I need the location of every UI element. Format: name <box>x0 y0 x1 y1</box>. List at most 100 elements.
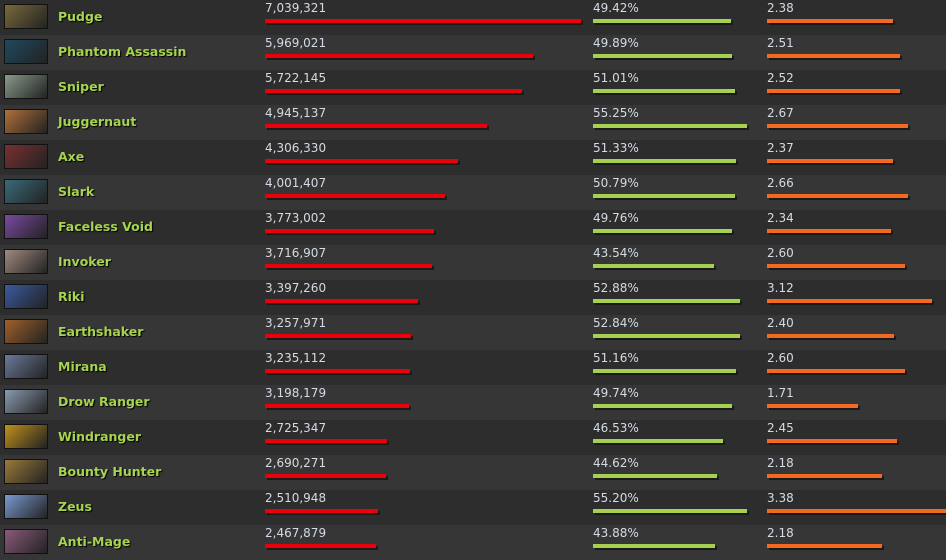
table-row[interactable]: Drow Ranger 3,198,179 49.74% 1.71 <box>0 385 946 420</box>
hero-portrait-icon[interactable] <box>4 74 48 99</box>
matches-value: 3,716,907 <box>265 246 327 260</box>
table-row[interactable]: Phantom Assassin 5,969,021 49.89% 2.51 <box>0 35 946 70</box>
table-row[interactable]: Bounty Hunter 2,690,271 44.62% 2.18 <box>0 455 946 490</box>
hero-portrait-icon[interactable] <box>4 529 48 554</box>
kda-value: 3.38 <box>767 491 794 505</box>
hero-portrait-icon[interactable] <box>4 39 48 64</box>
winrate-value: 46.53% <box>593 421 639 435</box>
hero-name[interactable]: Anti-Mage <box>58 534 130 549</box>
matches-value: 2,467,879 <box>265 526 327 540</box>
hero-portrait-icon[interactable] <box>4 4 48 29</box>
winrate-bar <box>593 299 741 303</box>
hero-name[interactable]: Juggernaut <box>58 114 136 129</box>
kda-bar <box>767 264 905 268</box>
kda-bar <box>767 439 897 443</box>
table-row[interactable]: Slark 4,001,407 50.79% 2.66 <box>0 175 946 210</box>
hero-name[interactable]: Zeus <box>58 499 92 514</box>
table-row[interactable]: Pudge 7,039,321 49.42% 2.38 <box>0 0 946 35</box>
matches-bar <box>265 334 412 338</box>
table-row[interactable]: Axe 4,306,330 51.33% 2.37 <box>0 140 946 175</box>
table-row[interactable]: Mirana 3,235,112 51.16% 2.60 <box>0 350 946 385</box>
matches-bar <box>265 544 376 548</box>
hero-name[interactable]: Phantom Assassin <box>58 44 186 59</box>
hero-name[interactable]: Pudge <box>58 9 102 24</box>
hero-portrait-icon[interactable] <box>4 354 48 379</box>
hero-name[interactable]: Axe <box>58 149 84 164</box>
matches-value: 4,306,330 <box>265 141 327 155</box>
kda-value: 2.45 <box>767 421 794 435</box>
winrate-value: 44.62% <box>593 456 639 470</box>
matches-bar <box>265 439 388 443</box>
hero-name[interactable]: Slark <box>58 184 94 199</box>
winrate-value: 49.74% <box>593 386 639 400</box>
table-row[interactable]: Windranger 2,725,347 46.53% 2.45 <box>0 420 946 455</box>
table-row[interactable]: Juggernaut 4,945,137 55.25% 2.67 <box>0 105 946 140</box>
matches-value: 4,001,407 <box>265 176 327 190</box>
hero-portrait-icon[interactable] <box>4 389 48 414</box>
kda-bar <box>767 19 894 23</box>
kda-value: 1.71 <box>767 386 794 400</box>
hero-name[interactable]: Sniper <box>58 79 104 94</box>
winrate-value: 55.25% <box>593 106 639 120</box>
hero-name[interactable]: Invoker <box>58 254 111 269</box>
hero-name[interactable]: Riki <box>58 289 85 304</box>
kda-value: 2.34 <box>767 211 794 225</box>
hero-portrait-icon[interactable] <box>4 284 48 309</box>
kda-value: 2.52 <box>767 71 794 85</box>
kda-value: 2.66 <box>767 176 794 190</box>
matches-value: 2,725,347 <box>265 421 327 435</box>
hero-name[interactable]: Faceless Void <box>58 219 153 234</box>
kda-bar <box>767 334 895 338</box>
kda-bar <box>767 369 905 373</box>
winrate-bar <box>593 544 716 548</box>
matches-bar <box>265 194 445 198</box>
table-row[interactable]: Invoker 3,716,907 43.54% 2.60 <box>0 245 946 280</box>
hero-portrait-icon[interactable] <box>4 459 48 484</box>
kda-value: 2.60 <box>767 246 794 260</box>
winrate-value: 52.88% <box>593 281 639 295</box>
hero-portrait-icon[interactable] <box>4 109 48 134</box>
hero-portrait-icon[interactable] <box>4 214 48 239</box>
hero-name[interactable]: Drow Ranger <box>58 394 150 409</box>
matches-bar <box>265 19 581 23</box>
matches-bar <box>265 509 378 513</box>
matches-value: 5,722,145 <box>265 71 327 85</box>
winrate-bar <box>593 89 736 93</box>
matches-bar <box>265 369 411 373</box>
kda-bar <box>767 89 901 93</box>
matches-value: 3,257,971 <box>265 316 327 330</box>
winrate-bar <box>593 19 731 23</box>
table-row[interactable]: Anti-Mage 2,467,879 43.88% 2.18 <box>0 525 946 560</box>
kda-bar <box>767 299 933 303</box>
kda-value: 2.18 <box>767 526 794 540</box>
hero-name[interactable]: Earthshaker <box>58 324 143 339</box>
table-row[interactable]: Zeus 2,510,948 55.20% 3.38 <box>0 490 946 525</box>
matches-bar <box>265 229 435 233</box>
matches-bar <box>265 159 459 163</box>
hero-portrait-icon[interactable] <box>4 494 48 519</box>
hero-portrait-icon[interactable] <box>4 179 48 204</box>
hero-name[interactable]: Mirana <box>58 359 107 374</box>
table-row[interactable]: Sniper 5,722,145 51.01% 2.52 <box>0 70 946 105</box>
winrate-bar <box>593 124 747 128</box>
matches-value: 2,690,271 <box>265 456 327 470</box>
hero-portrait-icon[interactable] <box>4 249 48 274</box>
table-row[interactable]: Riki 3,397,260 52.88% 3.12 <box>0 280 946 315</box>
kda-bar <box>767 194 908 198</box>
kda-bar <box>767 544 883 548</box>
kda-value: 2.37 <box>767 141 794 155</box>
hero-name[interactable]: Windranger <box>58 429 141 444</box>
matches-value: 3,773,002 <box>265 211 327 225</box>
hero-portrait-icon[interactable] <box>4 424 48 449</box>
table-row[interactable]: Earthshaker 3,257,971 52.84% 2.40 <box>0 315 946 350</box>
table-row[interactable]: Faceless Void 3,773,002 49.76% 2.34 <box>0 210 946 245</box>
winrate-bar <box>593 439 723 443</box>
winrate-value: 51.16% <box>593 351 639 365</box>
hero-name[interactable]: Bounty Hunter <box>58 464 161 479</box>
matches-bar <box>265 404 409 408</box>
matches-bar <box>265 264 432 268</box>
hero-portrait-icon[interactable] <box>4 144 48 169</box>
kda-value: 2.38 <box>767 1 794 15</box>
winrate-bar <box>593 264 715 268</box>
hero-portrait-icon[interactable] <box>4 319 48 344</box>
